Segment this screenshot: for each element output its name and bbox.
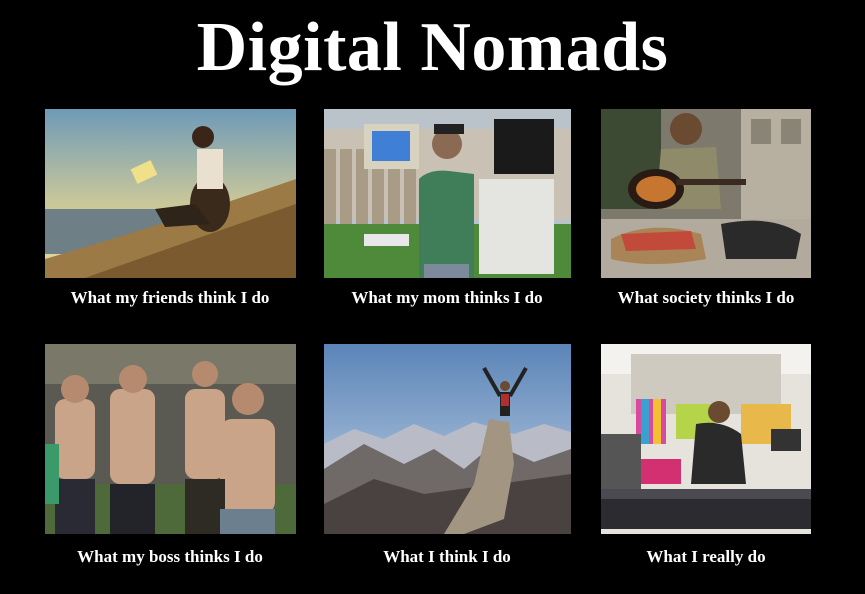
caption-society: What society thinks I do (617, 288, 795, 307)
panel-boss-photo (45, 344, 296, 534)
caption-really-do: What I really do (646, 547, 766, 566)
panel-society-photo (601, 109, 811, 278)
caption-boss: What my boss thinks I do (77, 547, 263, 566)
caption-friends: What my friends think I do (70, 288, 270, 307)
caption-i-think: What I think I do (383, 547, 511, 566)
panel-friends-photo (45, 109, 296, 278)
panel-i-think-photo (324, 344, 571, 534)
caption-mom: What my mom thinks I do (351, 288, 543, 307)
panel-really-do-photo (601, 344, 811, 534)
meme-title: Digital Nomads (196, 9, 669, 86)
panel-mom-photo (324, 109, 571, 278)
